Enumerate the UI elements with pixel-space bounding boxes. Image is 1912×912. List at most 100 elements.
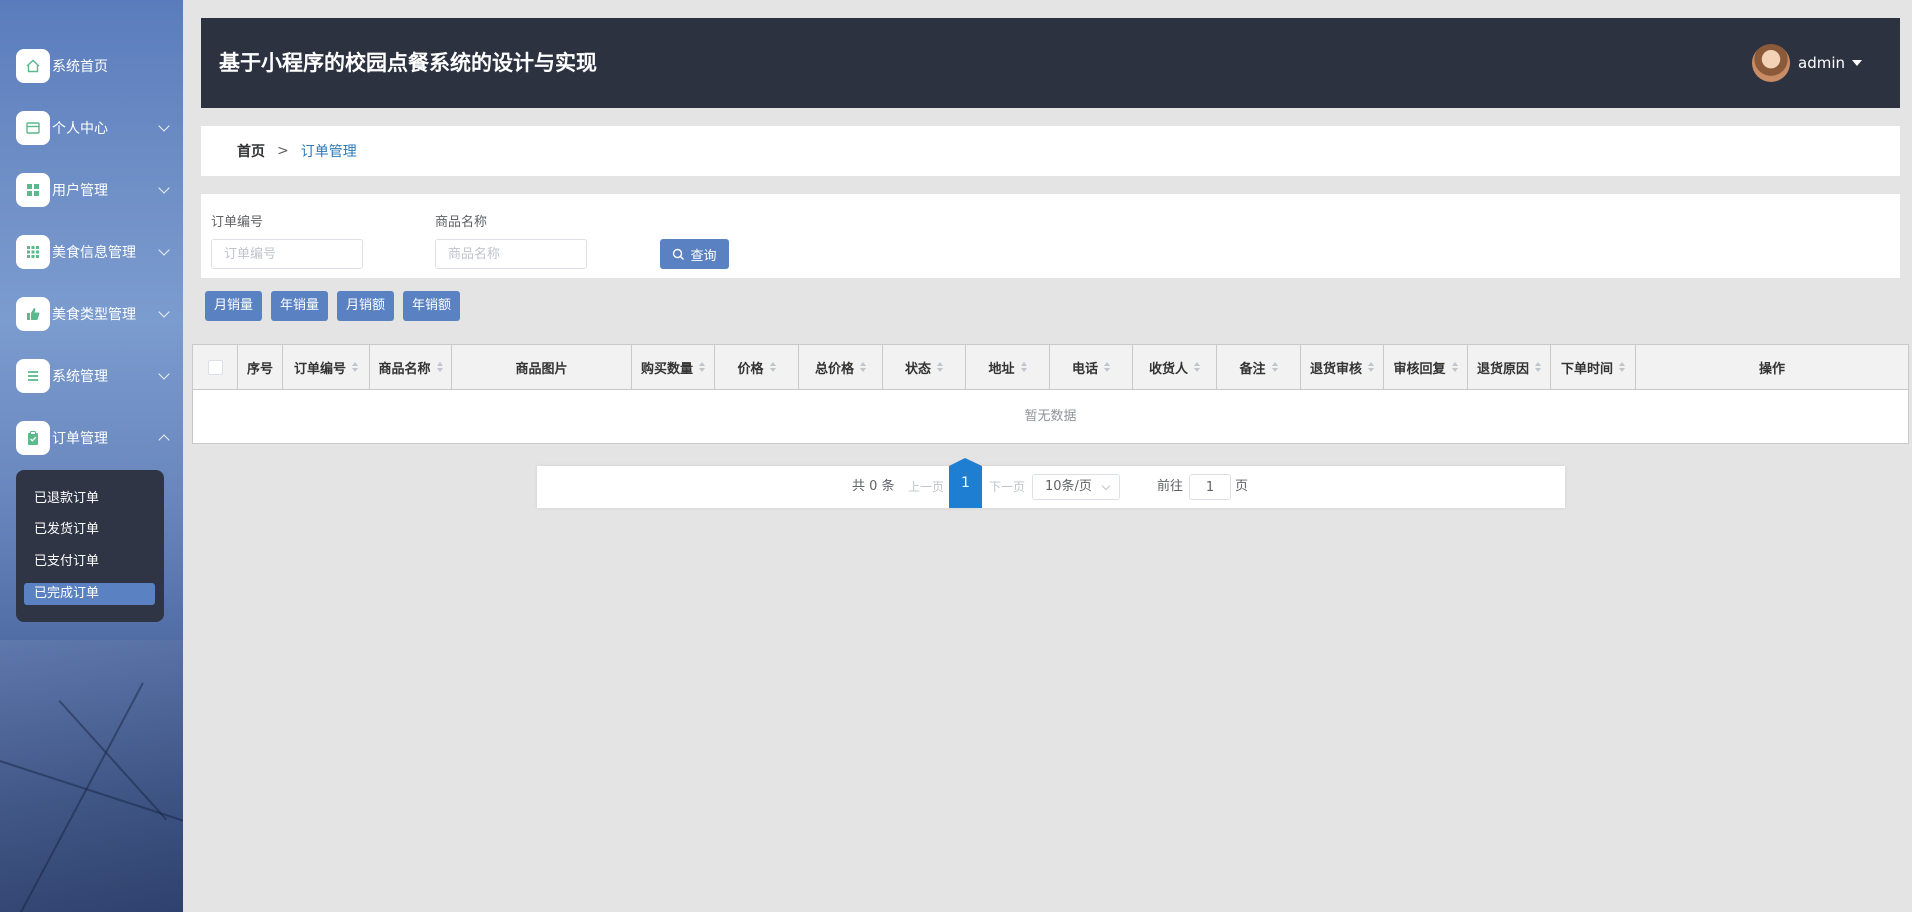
column-header[interactable]: 下单时间 bbox=[1551, 345, 1636, 389]
chevron-down-icon bbox=[158, 120, 170, 132]
pagination: 共 0 条 上一页 1 下一页 10条/页 前往 页 bbox=[537, 458, 1565, 508]
prev-page-button[interactable]: 上一页 bbox=[908, 466, 944, 508]
list-icon bbox=[16, 359, 50, 393]
chevron-down-icon bbox=[158, 368, 170, 380]
sidebar-item-label: 美食类型管理 bbox=[52, 307, 136, 323]
column-label: 商品名称 bbox=[378, 361, 431, 377]
submenu-item-paid[interactable]: 已支付订单 bbox=[24, 551, 155, 573]
column-label: 订单编号 bbox=[293, 361, 346, 377]
monthly-sales-amount-button[interactable]: 月销额 bbox=[337, 291, 395, 321]
select-all-checkbox[interactable] bbox=[207, 359, 223, 375]
column-label: 总价格 bbox=[814, 361, 854, 377]
caret-down-icon[interactable] bbox=[1852, 60, 1862, 66]
sidebar-item-food-info[interactable]: 美食信息管理 bbox=[16, 235, 176, 269]
page-size-select[interactable]: 10条/页 bbox=[1032, 474, 1120, 500]
goto-label: 前往 bbox=[1157, 479, 1184, 494]
submenu-item-shipped[interactable]: 已发货订单 bbox=[24, 519, 155, 541]
apps-icon bbox=[16, 235, 50, 269]
column-header: 商品图片 bbox=[452, 345, 632, 389]
grid-icon bbox=[16, 173, 50, 207]
sort-icon[interactable] bbox=[1368, 362, 1374, 372]
sidebar-item-users[interactable]: 用户管理 bbox=[16, 173, 176, 207]
column-header[interactable]: 状态 bbox=[883, 345, 966, 389]
pagination-total: 共 0 条 bbox=[852, 479, 895, 494]
column-label: 备注 bbox=[1239, 361, 1266, 377]
empty-state: 暂无数据 bbox=[1024, 409, 1077, 424]
sidebar-item-label: 美食信息管理 bbox=[52, 245, 136, 261]
sort-icon[interactable] bbox=[1271, 362, 1278, 372]
column-header: 序号 bbox=[238, 345, 283, 389]
top-header: 基于小程序的校园点餐系统的设计与实现 admin bbox=[201, 18, 1900, 108]
sidebar-item-system[interactable]: 系统管理 bbox=[16, 359, 176, 393]
sidebar: 系统首页 个人中心 用户管理 美食信息管理 美食类型管理 系统管理 订单管理 已… bbox=[0, 0, 183, 912]
home-icon bbox=[16, 49, 50, 83]
user-menu[interactable]: admin bbox=[1752, 43, 1862, 83]
column-header[interactable]: 审核回复 bbox=[1384, 345, 1468, 389]
submenu-item-completed[interactable]: 已完成订单 bbox=[24, 583, 155, 605]
column-header[interactable]: 总价格 bbox=[799, 345, 883, 389]
sort-icon[interactable] bbox=[352, 362, 358, 372]
yearly-sales-volume-button[interactable]: 年销量 bbox=[271, 291, 329, 321]
monthly-sales-volume-button[interactable]: 月销量 bbox=[205, 291, 263, 321]
sort-icon[interactable] bbox=[1619, 362, 1625, 372]
page-unit-label: 页 bbox=[1235, 479, 1249, 494]
column-label: 状态 bbox=[904, 361, 931, 377]
sort-icon[interactable] bbox=[1194, 362, 1200, 372]
sort-icon[interactable] bbox=[769, 362, 776, 372]
thumb-icon bbox=[16, 297, 50, 331]
select-all-cell bbox=[193, 345, 238, 389]
sidebar-item-label: 订单管理 bbox=[52, 431, 108, 447]
card-icon bbox=[16, 111, 50, 145]
table-header: 序号 订单编号 商品名称 商品图片 购买数量 价格 总价格 状态 地址 电话 收… bbox=[193, 345, 1908, 390]
column-header[interactable]: 收货人 bbox=[1133, 345, 1217, 389]
column-label: 退货审核 bbox=[1309, 361, 1362, 377]
order-number-label: 订单编号 bbox=[211, 215, 264, 230]
sort-icon[interactable] bbox=[436, 362, 443, 372]
breadcrumb-home[interactable]: 首页 bbox=[237, 141, 265, 161]
column-header[interactable]: 价格 bbox=[715, 345, 799, 389]
sidebar-item-home[interactable]: 系统首页 bbox=[16, 49, 176, 83]
submenu-item-refunded[interactable]: 已退款订单 bbox=[24, 488, 155, 510]
sort-icon[interactable] bbox=[937, 362, 943, 372]
sort-icon[interactable] bbox=[1535, 362, 1541, 372]
avatar[interactable] bbox=[1752, 44, 1790, 82]
chevron-down-icon bbox=[158, 182, 170, 194]
user-name[interactable]: admin bbox=[1798, 54, 1845, 72]
search-button[interactable]: 查询 bbox=[660, 239, 729, 269]
orders-submenu: 已退款订单 已发货订单 已支付订单 已完成订单 bbox=[16, 470, 164, 622]
column-label: 退货原因 bbox=[1476, 361, 1529, 377]
column-header[interactable]: 退货审核 bbox=[1301, 345, 1384, 389]
sidebar-item-orders[interactable]: 订单管理 bbox=[16, 421, 176, 455]
sort-icon[interactable] bbox=[1020, 362, 1027, 372]
sidebar-item-label: 系统管理 bbox=[52, 369, 108, 385]
sidebar-item-food-type[interactable]: 美食类型管理 bbox=[16, 297, 176, 331]
goto-page-input[interactable] bbox=[1189, 474, 1231, 500]
column-label: 购买数量 bbox=[640, 361, 693, 377]
chevron-down-icon bbox=[1101, 481, 1111, 491]
product-name-input[interactable] bbox=[435, 239, 587, 269]
sidebar-item-profile[interactable]: 个人中心 bbox=[16, 111, 176, 145]
page-number-1[interactable]: 1 bbox=[949, 458, 982, 508]
sort-icon[interactable] bbox=[1104, 362, 1110, 372]
sort-icon[interactable] bbox=[860, 362, 866, 372]
breadcrumb-separator: > bbox=[277, 143, 289, 159]
column-header[interactable]: 退货原因 bbox=[1468, 345, 1551, 389]
column-label: 收货人 bbox=[1148, 361, 1188, 377]
sort-icon[interactable] bbox=[699, 362, 705, 372]
chevron-up-icon bbox=[158, 434, 170, 446]
column-header[interactable]: 备注 bbox=[1217, 345, 1301, 389]
app-title: 基于小程序的校园点餐系统的设计与实现 bbox=[219, 51, 597, 75]
order-number-input[interactable] bbox=[211, 239, 363, 269]
search-icon bbox=[673, 248, 685, 260]
column-header[interactable]: 电话 bbox=[1050, 345, 1133, 389]
page-size-value: 10条/页 bbox=[1045, 479, 1092, 494]
column-header[interactable]: 商品名称 bbox=[370, 345, 452, 389]
column-header[interactable]: 购买数量 bbox=[632, 345, 715, 389]
column-header[interactable]: 地址 bbox=[966, 345, 1050, 389]
next-page-button[interactable]: 下一页 bbox=[989, 466, 1025, 508]
yearly-sales-amount-button[interactable]: 年销额 bbox=[403, 291, 461, 321]
column-label: 操作 bbox=[1758, 361, 1785, 377]
column-header[interactable]: 订单编号 bbox=[283, 345, 370, 389]
sort-icon[interactable] bbox=[1451, 362, 1458, 372]
search-button-label: 查询 bbox=[690, 248, 717, 264]
